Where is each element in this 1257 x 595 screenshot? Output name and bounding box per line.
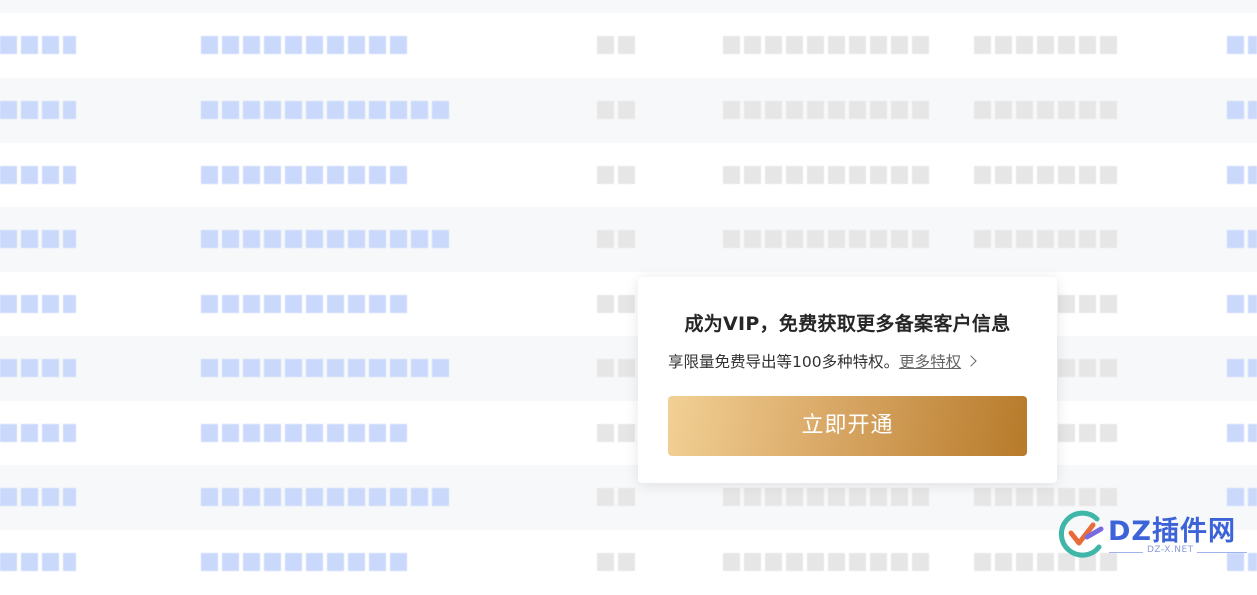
blurred-cell bbox=[723, 488, 932, 506]
blurred-link-cell[interactable] bbox=[201, 166, 410, 184]
watermark-title: DZ插件网 bbox=[1108, 516, 1236, 547]
blurred-link-cell[interactable] bbox=[201, 488, 452, 506]
vip-upgrade-popup: 成为VIP，免费获取更多备案客户信息 享限量免费导出等100多种特权。更多特权 … bbox=[638, 277, 1057, 483]
blurred-cell bbox=[974, 230, 1119, 248]
blurred-link-cell[interactable] bbox=[1227, 101, 1257, 119]
table-row bbox=[0, 401, 1257, 466]
dz-logo-icon bbox=[1058, 510, 1104, 558]
table-header-strip bbox=[0, 0, 1257, 13]
blurred-cell bbox=[0, 424, 76, 442]
blurred-cell bbox=[597, 166, 637, 184]
blurred-cell bbox=[597, 295, 637, 313]
blurred-cell bbox=[0, 101, 76, 119]
more-privileges-link[interactable]: 更多特权 bbox=[899, 353, 961, 371]
chevron-right-icon[interactable] bbox=[965, 355, 977, 367]
blurred-cell bbox=[974, 166, 1119, 184]
blurred-link-cell[interactable] bbox=[201, 295, 410, 313]
blurred-cell bbox=[597, 36, 637, 54]
blurred-cell bbox=[723, 36, 932, 54]
table-row bbox=[0, 272, 1257, 337]
table-row bbox=[0, 78, 1257, 143]
blurred-data-table bbox=[0, 0, 1257, 595]
watermark-subtitle: DZ-X.NET bbox=[1147, 545, 1194, 555]
blurred-link-cell[interactable] bbox=[201, 553, 410, 571]
vip-benefits-text: 享限量免费导出等100多种特权。 bbox=[668, 353, 900, 371]
blurred-cell bbox=[597, 230, 637, 248]
blurred-cell bbox=[0, 553, 76, 571]
blurred-link-cell[interactable] bbox=[201, 424, 410, 442]
table-row bbox=[0, 336, 1257, 401]
blurred-cell bbox=[0, 230, 76, 248]
site-watermark: DZ插件网 DZ-X.NET bbox=[1057, 505, 1252, 567]
blurred-cell bbox=[974, 101, 1119, 119]
blurred-cell bbox=[974, 488, 1119, 506]
blurred-cell bbox=[974, 36, 1119, 54]
blurred-link-cell[interactable] bbox=[201, 359, 452, 377]
blurred-link-cell[interactable] bbox=[1227, 359, 1257, 377]
blurred-link-cell[interactable] bbox=[1227, 230, 1257, 248]
blurred-cell bbox=[723, 230, 932, 248]
blurred-link-cell[interactable] bbox=[1227, 424, 1257, 442]
blurred-link-cell[interactable] bbox=[1227, 36, 1257, 54]
blurred-cell bbox=[597, 101, 637, 119]
blurred-cell bbox=[0, 166, 76, 184]
blurred-cell bbox=[0, 488, 76, 506]
vip-popup-title: 成为VIP，免费获取更多备案客户信息 bbox=[684, 313, 1011, 335]
blurred-cell bbox=[723, 101, 932, 119]
blurred-cell bbox=[597, 488, 637, 506]
table-row bbox=[0, 13, 1257, 78]
blurred-cell bbox=[723, 553, 932, 571]
blurred-cell bbox=[0, 359, 76, 377]
blurred-cell bbox=[0, 36, 76, 54]
blurred-link-cell[interactable] bbox=[1227, 488, 1257, 506]
blurred-cell bbox=[597, 553, 637, 571]
watermark-divider bbox=[1197, 552, 1247, 553]
blurred-cell bbox=[723, 166, 932, 184]
activate-vip-button[interactable]: 立即开通 bbox=[668, 396, 1027, 456]
blurred-link-cell[interactable] bbox=[201, 230, 452, 248]
blurred-cell bbox=[597, 359, 637, 377]
blurred-link-cell[interactable] bbox=[201, 101, 452, 119]
blurred-link-cell[interactable] bbox=[1227, 295, 1257, 313]
blurred-link-cell[interactable] bbox=[201, 36, 410, 54]
blurred-cell bbox=[597, 424, 637, 442]
blurred-cell bbox=[0, 295, 76, 313]
vip-popup-description: 享限量免费导出等100多种特权。更多特权 bbox=[668, 350, 1048, 372]
table-row bbox=[0, 207, 1257, 272]
blurred-link-cell[interactable] bbox=[1227, 166, 1257, 184]
watermark-divider bbox=[1109, 552, 1143, 553]
table-row bbox=[0, 143, 1257, 208]
